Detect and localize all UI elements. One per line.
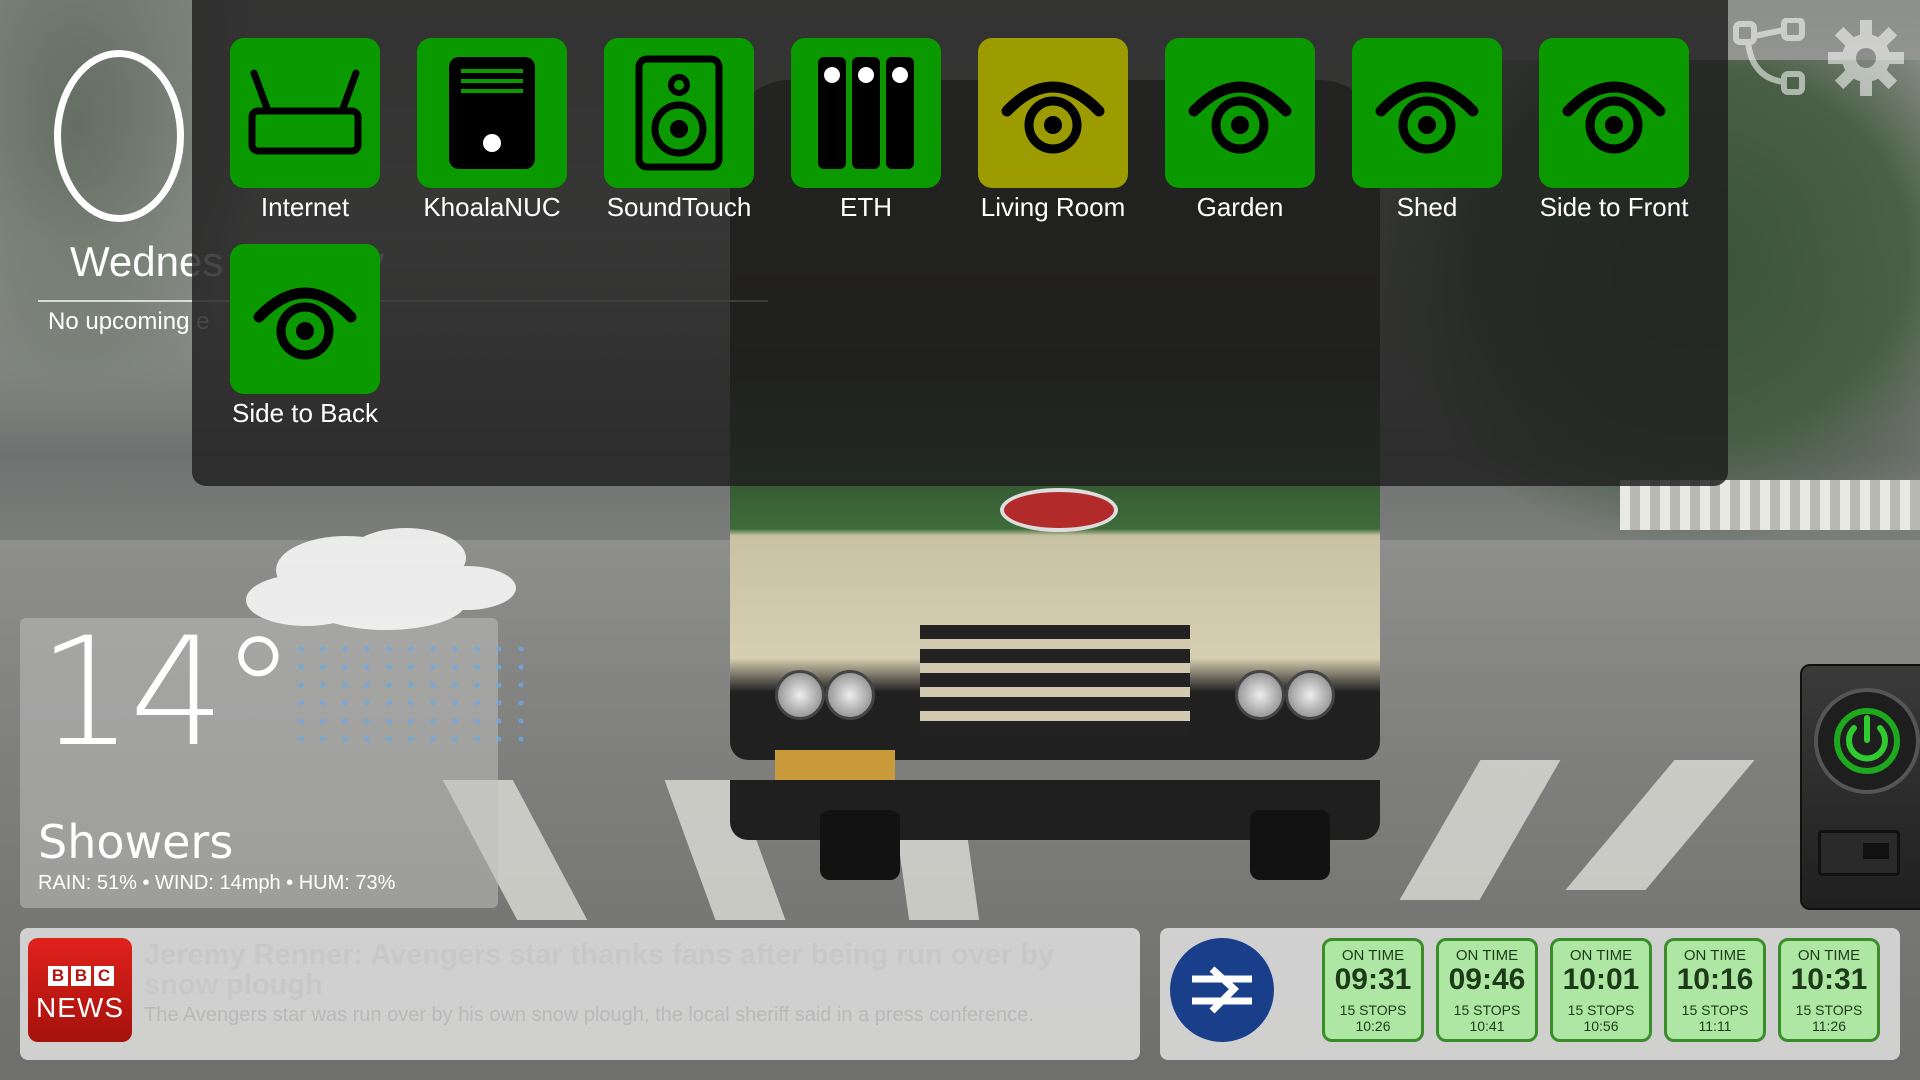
tile-label: Side to Front: [1539, 192, 1689, 222]
drive-slot[interactable]: [1818, 830, 1900, 876]
tile-label: ETH: [840, 192, 892, 222]
rain-animation: [290, 640, 530, 750]
speaker-icon: [635, 55, 723, 171]
logo-letter: B: [48, 966, 68, 986]
departure-time: 09:46: [1448, 963, 1526, 996]
tile-khoalanuc[interactable]: KhoalaNUC: [417, 38, 567, 223]
tile-soundtouch[interactable]: SoundTouch: [604, 38, 754, 223]
tile-label: SoundTouch: [606, 192, 752, 222]
tile-side-to-back-button[interactable]: [230, 244, 380, 394]
weather-condition: Showers: [38, 815, 234, 869]
tile-label: Living Room: [980, 192, 1126, 222]
tile-garden[interactable]: Garden: [1165, 38, 1315, 223]
arrival-time: 10:41: [1469, 1018, 1505, 1034]
bbc-news-logo: B B C NEWS: [28, 938, 132, 1042]
train-departure[interactable]: ON TIME 10:16 15 STOPS 11:11: [1664, 938, 1766, 1042]
camera-eye-icon: [253, 287, 357, 360]
tile-garden-button[interactable]: [1165, 38, 1315, 188]
tile-shed[interactable]: Shed: [1352, 38, 1502, 223]
tile-shed-button[interactable]: [1352, 38, 1502, 188]
arrival-time: 11:26: [1812, 1018, 1846, 1034]
departure-time: 10:16: [1676, 963, 1754, 996]
tile-label: Side to Back: [232, 398, 378, 428]
tile-side-to-front-button[interactable]: [1539, 38, 1689, 188]
tile-label: Internet: [260, 192, 350, 222]
logo-word: NEWS: [36, 992, 124, 1023]
arrival-time: 11:11: [1698, 1018, 1732, 1034]
pc-tower-icon: [449, 57, 535, 169]
clock-digit: [54, 50, 184, 222]
departure-status: ON TIME: [1569, 947, 1633, 964]
news-headline[interactable]: Jeremy Renner: Avengers star thanks fans…: [144, 940, 1124, 1000]
train-departure[interactable]: ON TIME 09:46 15 STOPS 10:41: [1436, 938, 1538, 1042]
tile-label: KhoalaNUC: [423, 192, 561, 222]
departure-time: 09:31: [1334, 963, 1412, 996]
temperature: 14°: [38, 606, 296, 780]
arrival-time: 10:26: [1355, 1018, 1391, 1034]
weather-stats: RAIN: 51% • WIND: 14mph • HUM: 73%: [38, 872, 396, 894]
power-icon: [1834, 708, 1900, 774]
network-icon[interactable]: [1732, 17, 1808, 100]
tile-internet[interactable]: Internet: [230, 38, 380, 223]
network-switch-icon: [818, 57, 914, 169]
train-departure[interactable]: ON TIME 09:31 15 STOPS 10:26: [1322, 938, 1424, 1042]
tile-living-room[interactable]: Living Room: [978, 38, 1128, 223]
train-departure[interactable]: ON TIME 10:01 15 STOPS 10:56: [1550, 938, 1652, 1042]
upcoming-events-text: No upcoming e: [48, 308, 210, 335]
camera-eye-icon: [1188, 81, 1292, 154]
national-rail-icon: [1170, 938, 1274, 1042]
tile-soundtouch-button[interactable]: [604, 38, 754, 188]
departure-stops: 15 STOPS: [1567, 1002, 1635, 1018]
departure-time: 10:01: [1562, 963, 1640, 996]
tile-eth[interactable]: ETH: [791, 38, 941, 223]
departure-stops: 15 STOPS: [1339, 1002, 1407, 1018]
camera-eye-icon: [1562, 81, 1666, 154]
gear-icon[interactable]: [1826, 18, 1906, 102]
camera-eye-icon: [1001, 81, 1105, 154]
power-widget: [1800, 664, 1920, 910]
router-icon: [248, 69, 362, 155]
logo-letter: B: [71, 966, 91, 986]
camera-eye-icon: [1375, 81, 1479, 154]
tile-internet-button[interactable]: [230, 38, 380, 188]
departure-time: 10:31: [1790, 963, 1868, 996]
train-departure[interactable]: ON TIME 10:31 15 STOPS 11:26: [1778, 938, 1880, 1042]
departure-stops: 15 STOPS: [1681, 1002, 1749, 1018]
tile-khoalanuc-button[interactable]: [417, 38, 567, 188]
departure-stops: 15 STOPS: [1795, 1002, 1863, 1018]
logo-letter: C: [94, 966, 114, 986]
power-button[interactable]: [1814, 688, 1920, 794]
departure-stops: 15 STOPS: [1453, 1002, 1521, 1018]
device-launcher-panel: Internet KhoalaNUC SoundTouch ETH Living…: [192, 0, 1728, 486]
departure-status: ON TIME: [1797, 947, 1861, 964]
departure-status: ON TIME: [1455, 947, 1519, 964]
tile-label: Shed: [1396, 192, 1458, 222]
departure-status: ON TIME: [1341, 947, 1405, 964]
tile-side-to-front[interactable]: Side to Front: [1539, 38, 1689, 223]
tile-living-room-button[interactable]: [978, 38, 1128, 188]
tile-eth-button[interactable]: [791, 38, 941, 188]
tile-label: Garden: [1196, 192, 1284, 222]
news-summary: The Avengers star was run over by his ow…: [144, 1004, 1034, 1026]
tile-side-to-back[interactable]: Side to Back: [230, 244, 380, 429]
arrival-time: 10:56: [1583, 1018, 1619, 1034]
departure-status: ON TIME: [1683, 947, 1747, 964]
